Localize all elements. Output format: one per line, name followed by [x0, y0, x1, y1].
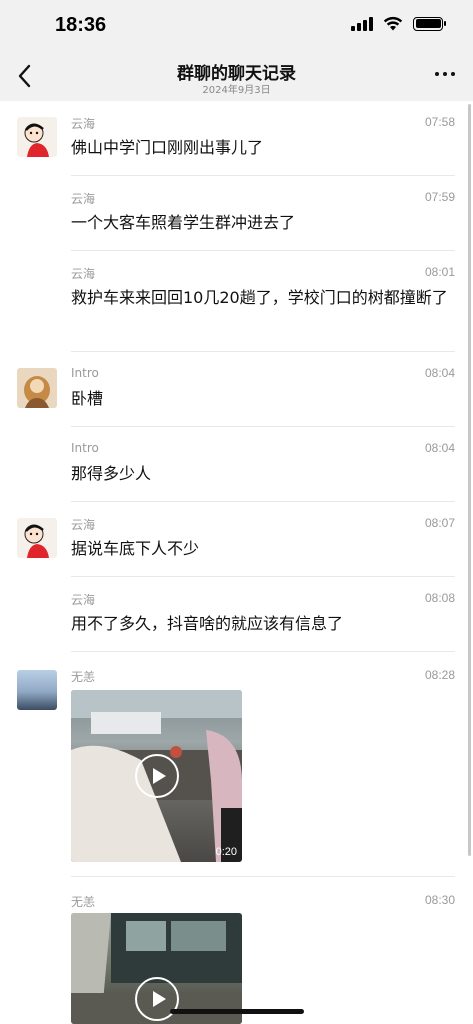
avatar-intro[interactable] — [17, 368, 57, 408]
message-time: 08:07 — [424, 516, 455, 530]
battery-icon — [413, 16, 446, 31]
message-text: 据说车底下人不少 — [71, 539, 200, 558]
message-time: 08:08 — [424, 591, 455, 605]
list-item[interactable]: 云海 07:58 佛山中学门口刚刚出事儿了 — [0, 101, 473, 176]
message-time: 08:28 — [424, 668, 455, 682]
top-bar: 18:36 群聊的聊天记录 2024年9月3日 — [0, 0, 473, 101]
wifi-icon — [383, 16, 403, 31]
video-thumbnail[interactable] — [71, 913, 242, 1024]
message-text: 用不了多久，抖音啥的就应该有信息了 — [71, 614, 344, 633]
sender-name: 云海 — [71, 267, 96, 281]
status-time: 18:36 — [55, 14, 107, 36]
sender-name: 云海 — [71, 518, 96, 532]
list-item[interactable]: 无恙 08:30 — [0, 877, 473, 1024]
list-item[interactable]: 云海 08:07 据说车底下人不少 — [0, 502, 473, 577]
more-button[interactable] — [435, 72, 455, 76]
avatar-yunhai[interactable] — [17, 518, 57, 558]
avatar-wuyang[interactable] — [17, 670, 57, 710]
home-indicator[interactable] — [170, 1009, 304, 1014]
message-time: 07:59 — [424, 190, 455, 204]
list-item[interactable]: 无恙 08:28 0:20 — [0, 652, 473, 877]
sender-name: 云海 — [71, 192, 96, 206]
video-duration: 0:20 — [215, 846, 237, 858]
cellular-signal-icon — [351, 16, 373, 31]
sender-name: 云海 — [71, 117, 96, 131]
sender-name: Intro — [71, 366, 99, 380]
scrollbar[interactable] — [468, 104, 471, 856]
message-time: 08:01 — [424, 265, 455, 279]
play-icon[interactable] — [135, 754, 179, 798]
message-text: 那得多少人 — [71, 464, 152, 483]
sender-name: 无恙 — [71, 895, 96, 909]
message-text: 救护车来来回回10几20趟了，学校门口的树都撞断了 — [71, 288, 448, 307]
list-item[interactable]: 云海 08:01 救护车来来回回10几20趟了，学校门口的树都撞断了 — [0, 251, 473, 352]
sender-name: 云海 — [71, 593, 96, 607]
video-thumbnail[interactable]: 0:20 — [71, 690, 242, 862]
message-text: 佛山中学门口刚刚出事儿了 — [71, 138, 264, 157]
message-text: 卧槽 — [71, 389, 104, 408]
message-time: 08:04 — [424, 441, 455, 455]
play-icon[interactable] — [135, 977, 179, 1021]
message-time: 07:58 — [424, 115, 455, 129]
status-icons — [351, 16, 446, 31]
message-text: 一个大客车照着学生群冲进去了 — [71, 213, 296, 232]
sender-name: Intro — [71, 441, 99, 455]
list-item[interactable]: Intro 08:04 那得多少人 — [0, 427, 473, 502]
avatar-yunhai[interactable] — [17, 117, 57, 157]
list-item[interactable]: 云海 08:08 用不了多久，抖音啥的就应该有信息了 — [0, 577, 473, 652]
chat-history-list[interactable]: 云海 07:58 佛山中学门口刚刚出事儿了 云海 07:59 一个大客车照着学生… — [0, 101, 473, 1024]
list-item[interactable]: Intro 08:04 卧槽 — [0, 352, 473, 427]
message-time: 08:30 — [424, 893, 455, 907]
list-item[interactable]: 云海 07:59 一个大客车照着学生群冲进去了 — [0, 176, 473, 251]
sender-name: 无恙 — [71, 670, 96, 684]
page-subtitle-date: 2024年9月3日 — [202, 85, 271, 96]
message-time: 08:04 — [424, 366, 455, 380]
